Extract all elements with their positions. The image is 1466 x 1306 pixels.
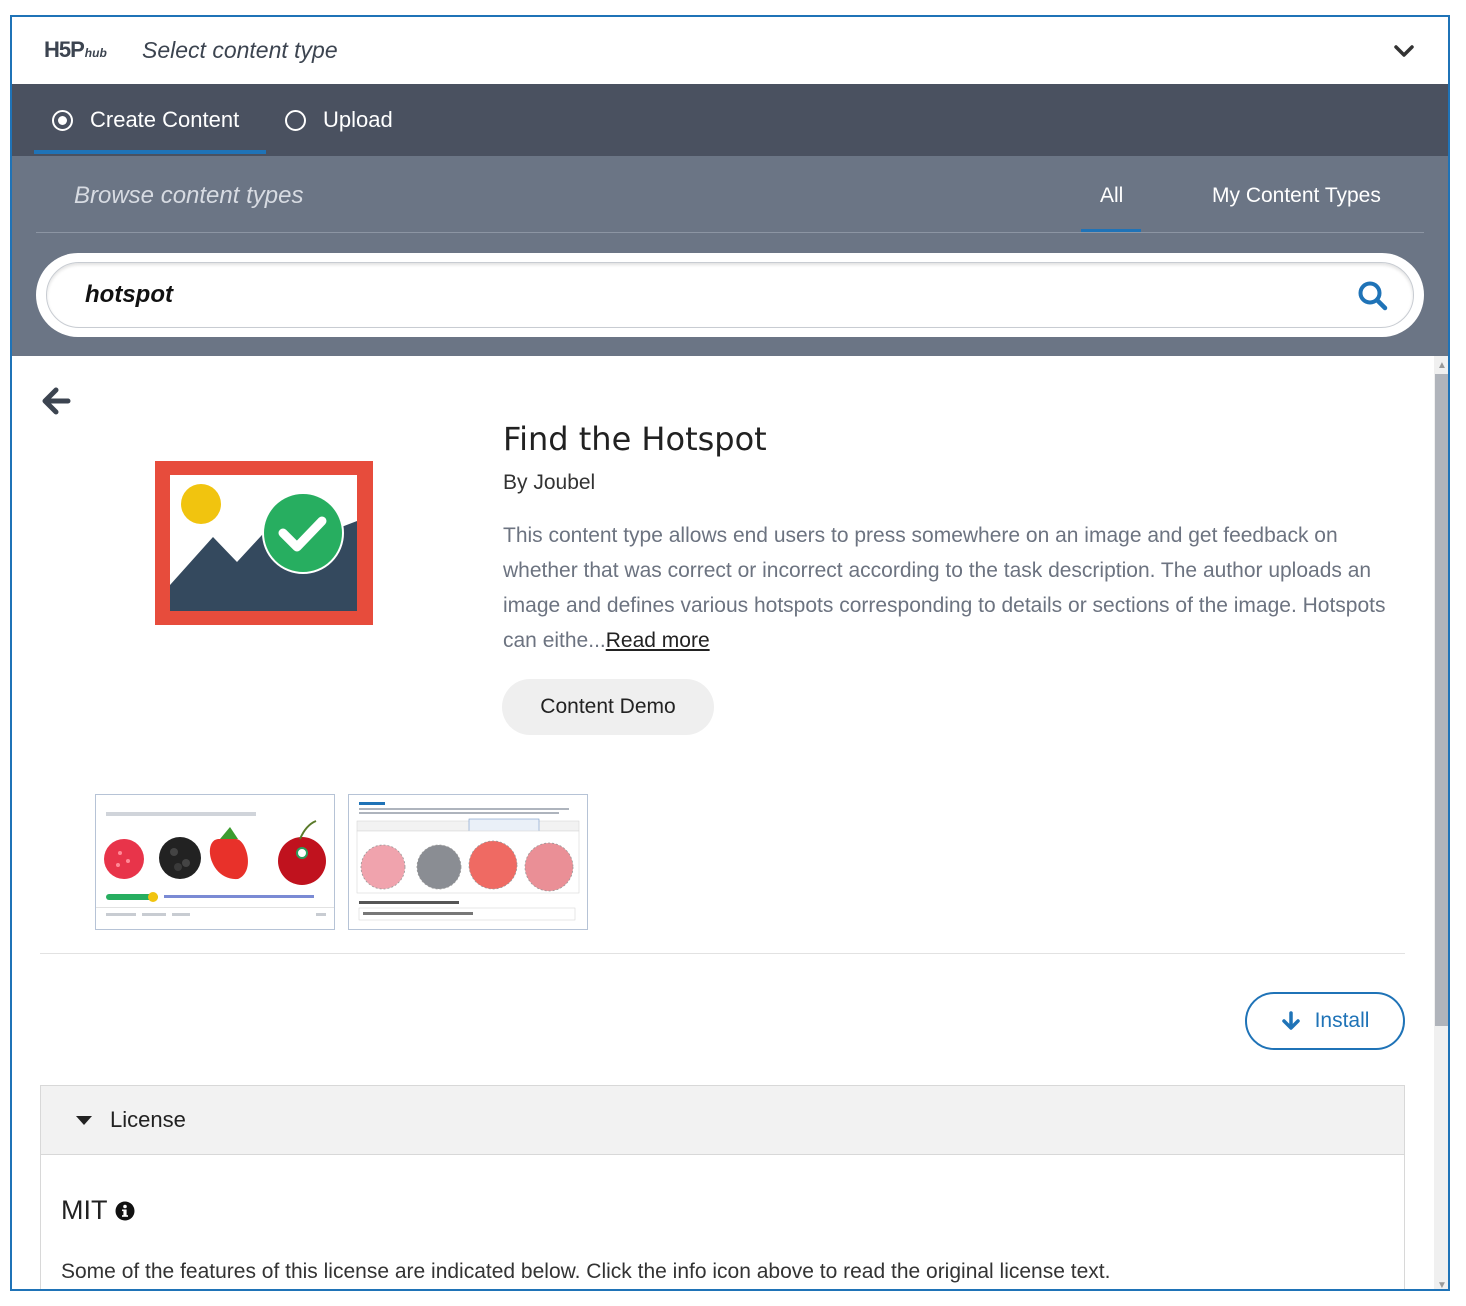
search-wrapper: hotspot [36, 253, 1424, 337]
scrollbar-thumb[interactable] [1435, 374, 1448, 1026]
find-the-hotspot-icon [155, 461, 373, 625]
chevron-down-icon[interactable] [1392, 39, 1416, 63]
back-arrow-icon[interactable] [40, 385, 72, 417]
license-accordion-header[interactable]: License [40, 1085, 1405, 1155]
filter-my-content-types[interactable]: My Content Types [1212, 184, 1381, 208]
mode-tabbar: Create Content Upload [12, 84, 1448, 156]
scroll-down-icon[interactable]: ▼ [1437, 1280, 1447, 1289]
browse-title: Browse content types [74, 182, 304, 209]
active-tab-indicator [34, 150, 266, 154]
browse-panel: Browse content types All My Content Type… [12, 156, 1448, 356]
browse-divider [36, 232, 1424, 233]
select-content-type-title: Select content type [142, 37, 338, 63]
search-value: hotspot [85, 281, 173, 308]
vertical-scrollbar[interactable]: ▲ ▼ [1434, 356, 1448, 1289]
license-description: Some of the features of this license are… [61, 1260, 1111, 1283]
license-header-label: License [110, 1107, 186, 1132]
screenshot-image [96, 795, 334, 929]
read-more-link[interactable]: Read more [606, 629, 710, 652]
install-label: Install [1314, 1009, 1370, 1032]
tab-upload[interactable]: Upload [285, 84, 393, 156]
download-arrow-icon [1281, 1011, 1300, 1030]
tab-label: Upload [323, 107, 393, 132]
content-type-detail: Find the Hotspot By Joubel This content … [12, 356, 1434, 1289]
logo-sub: hub [84, 46, 107, 60]
license-panel: MIT Some of the features of this license… [40, 1155, 1405, 1289]
screenshot-thumbnail[interactable] [348, 794, 588, 930]
caret-down-icon [76, 1115, 92, 1125]
content-type-description: This content type allows end users to pr… [503, 518, 1403, 658]
screenshot-thumbnail[interactable] [95, 794, 335, 930]
h5p-hub-window: H5P hub Select content type Create Conte… [10, 15, 1450, 1291]
screenshot-image [349, 795, 587, 929]
info-icon[interactable] [115, 1201, 135, 1221]
content-demo-button[interactable]: Content Demo [502, 679, 714, 735]
radio-selected-icon [52, 109, 73, 131]
search-icon[interactable] [1357, 280, 1389, 312]
h5p-hub-logo: H5P hub [44, 37, 107, 67]
search-input[interactable]: hotspot [46, 262, 1414, 328]
section-divider [40, 953, 1405, 954]
tab-label: Create Content [90, 107, 240, 132]
radio-unselected-icon [285, 109, 306, 131]
filter-all[interactable]: All [1100, 184, 1123, 208]
license-name: MIT [61, 1195, 135, 1226]
tab-create-content[interactable]: Create Content [52, 84, 239, 156]
install-button[interactable]: Install [1245, 992, 1405, 1050]
content-type-author: By Joubel [503, 471, 596, 494]
logo-main: H5P [44, 37, 85, 62]
scroll-up-icon[interactable]: ▲ [1437, 360, 1447, 371]
content-type-title: Find the Hotspot [503, 420, 767, 458]
license-name-text: MIT [61, 1195, 108, 1225]
hub-header[interactable]: H5P hub Select content type [12, 17, 1448, 84]
